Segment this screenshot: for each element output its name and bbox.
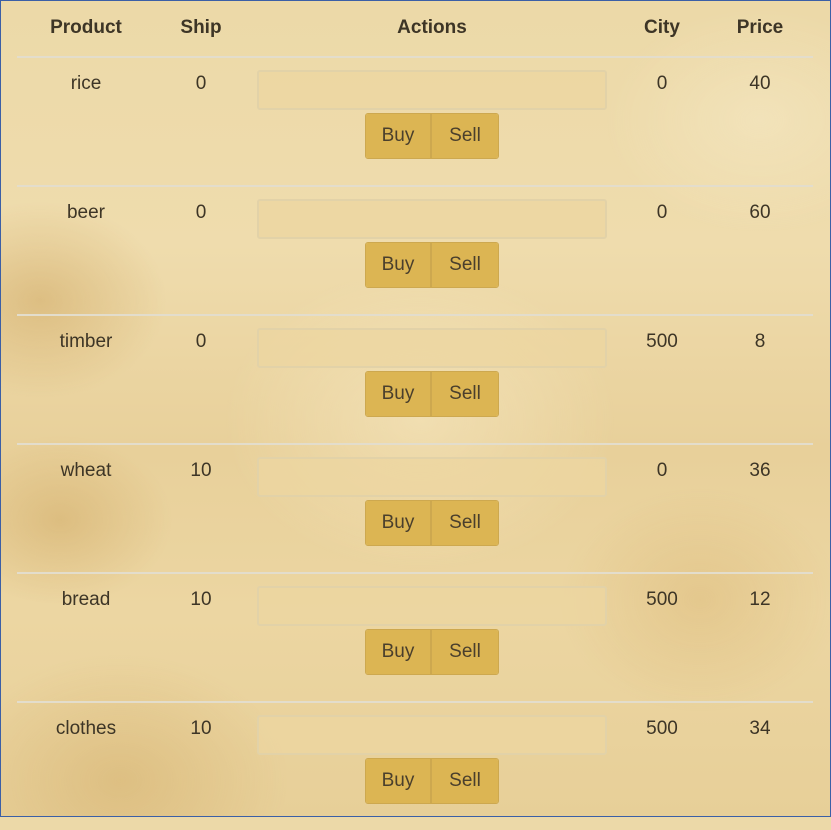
header-actions: Actions [247, 0, 617, 58]
buy-button[interactable]: Buy [366, 243, 432, 287]
table-row: timber 0 Buy Sell 500 8 [17, 315, 813, 445]
actions-cell: Buy Sell [247, 57, 617, 187]
sell-button[interactable]: Sell [432, 243, 498, 287]
ship-quantity: 0 [155, 57, 247, 187]
product-name: bread [17, 573, 155, 703]
header-row: Product Ship Actions City Price [17, 0, 813, 58]
sell-button[interactable]: Sell [432, 114, 498, 158]
actions-cell: Buy Sell [247, 702, 617, 830]
city-quantity: 0 [617, 444, 707, 574]
ship-quantity: 0 [155, 315, 247, 445]
ship-quantity: 10 [155, 573, 247, 703]
buy-button[interactable]: Buy [366, 501, 432, 545]
header-city[interactable]: City [617, 0, 707, 58]
trade-button-group: Buy Sell [365, 371, 499, 417]
city-quantity: 500 [646, 718, 678, 739]
quantity-input[interactable] [257, 715, 607, 755]
table-row: beer 0 Buy Sell 0 60 [17, 186, 813, 316]
buy-button[interactable]: Buy [366, 759, 432, 803]
ship-quantity: 10 [155, 444, 247, 574]
trade-button-group: Buy Sell [365, 758, 499, 804]
trade-button-group: Buy Sell [365, 242, 499, 288]
table-row: rice 0 Buy Sell 0 40 [17, 57, 813, 187]
market-table: Product Ship Actions City Price rice 0 B… [17, 0, 813, 830]
quantity-input[interactable] [257, 586, 607, 626]
product-name: clothes [55, 718, 117, 739]
sell-button[interactable]: Sell [432, 501, 498, 545]
product-name: rice [17, 57, 155, 187]
buy-button[interactable]: Buy [366, 372, 432, 416]
actions-cell: Buy Sell [247, 444, 617, 574]
price-value: 34 [749, 718, 771, 739]
trade-button-group: Buy Sell [365, 629, 499, 675]
city-quantity: 0 [617, 57, 707, 187]
city-quantity: 500 [617, 573, 707, 703]
table-row: wheat 10 Buy Sell 0 36 [17, 444, 813, 574]
city-quantity: 500 [617, 315, 707, 445]
quantity-input[interactable] [257, 70, 607, 110]
header-ship[interactable]: Ship [155, 0, 247, 58]
ship-quantity: 10 [190, 718, 212, 739]
table-row: bread 10 Buy Sell 500 12 [17, 573, 813, 703]
buy-button[interactable]: Buy [366, 630, 432, 674]
quantity-input[interactable] [257, 457, 607, 497]
price-value: 12 [707, 573, 813, 703]
actions-cell: Buy Sell [247, 186, 617, 316]
actions-cell: Buy Sell [247, 315, 617, 445]
trade-button-group: Buy Sell [365, 113, 499, 159]
sell-button[interactable]: Sell [432, 372, 498, 416]
trade-button-group: Buy Sell [365, 500, 499, 546]
product-name: wheat [17, 444, 155, 574]
price-value: 60 [707, 186, 813, 316]
sell-button[interactable]: Sell [432, 630, 498, 674]
quantity-input[interactable] [257, 328, 607, 368]
city-quantity: 0 [617, 186, 707, 316]
price-value: 40 [707, 57, 813, 187]
price-value: 36 [707, 444, 813, 574]
header-product[interactable]: Product [17, 0, 155, 58]
price-value: 8 [707, 315, 813, 445]
table-row: clothes 10 Buy Sell 500 34 [17, 702, 813, 830]
product-name: beer [17, 186, 155, 316]
header-price[interactable]: Price [707, 0, 813, 58]
actions-cell: Buy Sell [247, 573, 617, 703]
buy-button[interactable]: Buy [366, 114, 432, 158]
sell-button[interactable]: Sell [432, 759, 498, 803]
product-name: timber [17, 315, 155, 445]
quantity-input[interactable] [257, 199, 607, 239]
ship-quantity: 0 [155, 186, 247, 316]
